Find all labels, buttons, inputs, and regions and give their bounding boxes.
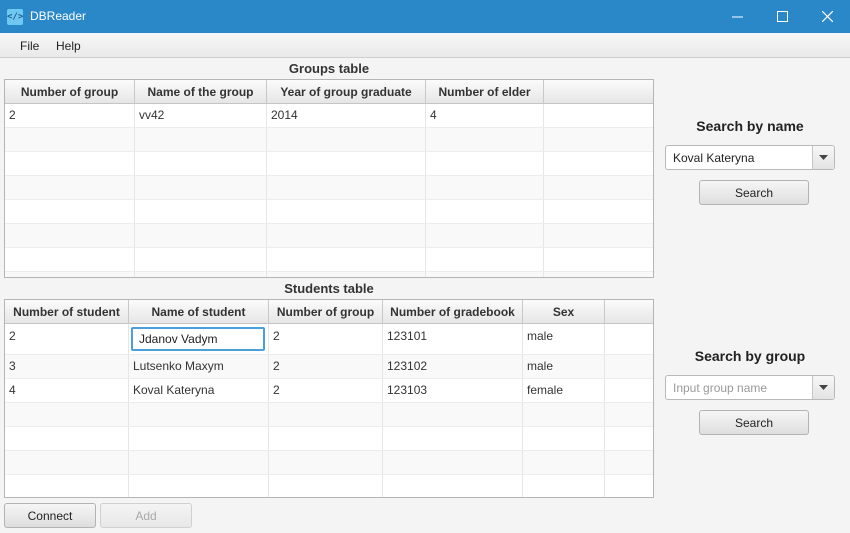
cell[interactable]: 2 [269,324,383,354]
column-header-filler [605,300,653,324]
empty-row [5,272,653,277]
window-title: DBReader [30,9,87,23]
empty-row [5,128,653,152]
name-combo-value: Koval Kateryna [673,151,755,165]
empty-row [5,451,653,475]
code-icon: </> [7,9,23,25]
empty-row [5,176,653,200]
group-combo-placeholder: Input group name [673,381,768,395]
cell[interactable]: 2 [269,355,383,378]
minimize-icon [732,16,743,18]
chevron-down-icon [819,385,828,390]
group-combo-box[interactable]: Input group name [665,375,835,400]
cell[interactable]: 2 [5,324,129,354]
empty-row [5,224,653,248]
cell[interactable]: 4 [426,104,544,127]
combo-arrow-button[interactable] [812,146,834,169]
cell[interactable]: male [523,324,605,354]
cell[interactable]: female [523,379,605,402]
column-header[interactable]: Name of student [129,300,269,324]
empty-row [5,152,653,176]
cell[interactable]: 123102 [383,355,523,378]
chevron-down-icon [819,155,828,160]
name-combo-box[interactable]: Koval Kateryna [665,145,835,170]
menu-bar: File Help [0,33,850,58]
students-table[interactable]: Number of student Name of student Number… [4,299,654,498]
empty-row [5,475,653,497]
cell[interactable]: 2 [269,379,383,402]
maximize-icon [777,11,788,22]
cell[interactable]: Lutsenko Maxym [129,355,269,378]
students-table-title: Students table [284,281,374,296]
search-by-name-title: Search by name [696,118,804,134]
minimize-button[interactable] [715,0,760,33]
connect-button[interactable]: Connect [4,503,96,528]
column-header[interactable]: Name of the group [135,80,267,104]
cell[interactable]: 123101 [383,324,523,354]
column-header[interactable]: Sex [523,300,605,324]
table-row[interactable]: 2 2 123101 male [5,324,653,355]
table-row[interactable]: 2 vv42 2014 4 [5,104,653,128]
name-edit-field[interactable]: Jdanov Vadym [131,327,265,351]
cell[interactable]: 123103 [383,379,523,402]
add-button[interactable]: Add [100,503,192,528]
cell [544,104,653,127]
title-bar: </> DBReader [0,0,850,33]
search-by-group-title: Search by group [694,348,806,364]
column-header[interactable]: Number of group [269,300,383,324]
maximize-button[interactable] [760,0,805,33]
close-icon [822,11,833,22]
search-by-name-button[interactable]: Search [699,180,809,205]
close-button[interactable] [805,0,850,33]
table-row[interactable]: 3 Lutsenko Maxym 2 123102 male [5,355,653,379]
empty-row [5,200,653,224]
column-header[interactable]: Number of student [5,300,129,324]
cell[interactable]: 2014 [267,104,426,127]
column-header[interactable]: Number of gradebook [383,300,523,324]
cell[interactable]: male [523,355,605,378]
cell[interactable]: 3 [5,355,129,378]
menu-file[interactable]: File [20,39,39,53]
empty-row [5,403,653,427]
column-header[interactable]: Year of group graduate [267,80,426,104]
combo-arrow-button[interactable] [812,376,834,399]
cell[interactable]: 2 [5,104,135,127]
groups-table-title: Groups table [288,61,370,76]
column-header[interactable]: Number of elder [426,80,544,104]
groups-table[interactable]: Number of group Name of the group Year o… [4,79,654,278]
table-row[interactable]: 4 Koval Kateryna 2 123103 female [5,379,653,403]
cell[interactable]: Koval Kateryna [129,379,269,402]
column-header[interactable]: Number of group [5,80,135,104]
column-header-filler [544,80,653,104]
cell[interactable]: 4 [5,379,129,402]
empty-row [5,427,653,451]
empty-row [5,248,653,272]
cell[interactable]: vv42 [135,104,267,127]
menu-help[interactable]: Help [56,39,81,53]
students-table-header: Number of student Name of student Number… [5,300,653,324]
groups-table-header: Number of group Name of the group Year o… [5,80,653,104]
search-by-group-button[interactable]: Search [699,410,809,435]
